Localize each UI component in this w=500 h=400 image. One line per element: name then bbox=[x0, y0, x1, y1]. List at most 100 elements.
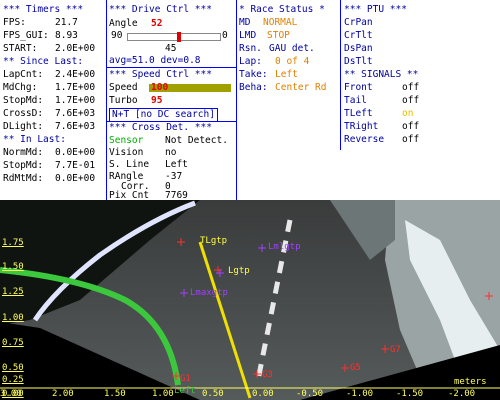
since-last-header: ** Since Last: bbox=[3, 56, 84, 67]
divider bbox=[106, 0, 107, 200]
fps-label: FPS: bbox=[3, 17, 26, 28]
ptu-crpan: CrPan bbox=[344, 17, 373, 28]
signal-front-label: Front bbox=[344, 82, 373, 93]
status-panel: *** Timers *** FPS: 21.7 FPS_GUI: 8.93 S… bbox=[0, 0, 500, 200]
ptu-dspan: DsPan bbox=[344, 43, 373, 54]
slider-thumb[interactable] bbox=[177, 32, 181, 42]
y-tick: 1.00 bbox=[2, 313, 24, 323]
rdmtmd-label: RdMtMd: bbox=[3, 173, 44, 184]
race-status-panel: * Race Status * MD NORMAL LMD STOP Rsn. … bbox=[239, 0, 339, 200]
sline-value: Left bbox=[165, 159, 188, 170]
lapcnt-label: LapCnt: bbox=[3, 69, 44, 80]
y-tick: 0.50 bbox=[2, 363, 24, 373]
slider-min-label: 90 bbox=[111, 30, 123, 41]
lmd-value: STOP bbox=[267, 30, 290, 41]
divider bbox=[340, 0, 341, 150]
drive-ctrl-header: *** Drive Ctrl *** bbox=[109, 4, 212, 15]
lgtp-label: Lgtp bbox=[228, 266, 250, 276]
y-tick: 1.50 bbox=[2, 262, 24, 272]
stopmd-label: StopMd: bbox=[3, 95, 44, 106]
x-tick: -0.50 bbox=[296, 389, 324, 399]
x-tick: 0.00 bbox=[252, 389, 274, 399]
signals-header: ** SIGNALS ** bbox=[344, 69, 419, 80]
signal-tail-label: Tail bbox=[344, 95, 367, 106]
camera-view: 1.75 1.50 1.25 1.00 0.75 0.50 0.25 0.00 … bbox=[0, 200, 500, 400]
signal-tail-value: off bbox=[402, 95, 420, 106]
signal-tleft-label: TLeft bbox=[344, 108, 373, 119]
signal-tleft-value: on bbox=[402, 108, 414, 119]
cross-det-header: *** Cross Det. *** bbox=[109, 122, 212, 133]
g7-label: G7 bbox=[390, 345, 401, 355]
angle-label: Angle bbox=[109, 18, 138, 29]
y-tick: 0.75 bbox=[2, 338, 24, 348]
start-value: 2.0E+00 bbox=[55, 43, 96, 54]
turbo-value: 95 bbox=[151, 95, 163, 106]
md-label: MD bbox=[239, 17, 251, 28]
beha-value: Center Rd bbox=[275, 82, 327, 93]
ptu-dstlt: DsTlt bbox=[344, 56, 373, 67]
start-label: START: bbox=[3, 43, 38, 54]
stopmd2-value: 7.7E-01 bbox=[55, 160, 96, 171]
x-tick: 0.50 bbox=[202, 389, 224, 399]
nt-search-box: N+T [no DC search] bbox=[109, 108, 218, 122]
ptu-crtlt: CrTlt bbox=[344, 30, 373, 41]
x-tick: -1.00 bbox=[346, 389, 374, 399]
vision-label: Vision bbox=[109, 147, 144, 158]
divider bbox=[106, 67, 236, 68]
sensor-value: Not Detect. bbox=[165, 135, 228, 146]
pixcnt-label: Pix Cnt bbox=[109, 190, 150, 201]
rsn-label: Rsn. bbox=[239, 43, 262, 54]
angle-value: 52 bbox=[151, 18, 163, 29]
dlight-label: DLight: bbox=[3, 121, 44, 132]
fpsgui-label: FPS_GUI: bbox=[3, 30, 49, 41]
lmlgtp-label: Lmlgtp bbox=[268, 242, 301, 252]
crossd-value: 7.6E+03 bbox=[55, 108, 96, 119]
take-label: Take: bbox=[239, 69, 268, 80]
turbo-label: Turbo bbox=[109, 95, 138, 106]
rdmtmd-value: 0.0E+00 bbox=[55, 173, 96, 184]
x-tick: -2.00 bbox=[448, 389, 476, 399]
divider bbox=[236, 0, 237, 200]
stopmd-value: 1.7E+00 bbox=[55, 95, 96, 106]
ptu-panel: *** PTU *** CrPan CrTlt DsPan DsTlt ** S… bbox=[344, 0, 500, 200]
vision-value: no bbox=[165, 147, 177, 158]
x-tick: -1.50 bbox=[396, 389, 424, 399]
y-tick: 1.75 bbox=[2, 238, 24, 248]
normmd-label: NormMd: bbox=[3, 147, 44, 158]
speed-ctrl-header: *** Speed Ctrl *** bbox=[109, 69, 212, 80]
speed-label: Speed bbox=[109, 82, 138, 93]
lap-value: 0 of 4 bbox=[275, 56, 310, 67]
lmaxgtp-label: Lmaxgtp bbox=[190, 288, 228, 298]
sensor-label: Sensor bbox=[109, 135, 144, 146]
left-lane-label: Left bbox=[174, 386, 196, 396]
g1-label: G1 bbox=[180, 374, 191, 384]
signal-reverse-value: off bbox=[402, 134, 420, 145]
md-value: NORMAL bbox=[263, 17, 298, 28]
x-tick: 1.00 bbox=[152, 389, 174, 399]
signal-tright-value: off bbox=[402, 121, 420, 132]
rsn-value: GAU det. bbox=[269, 43, 315, 54]
mdchg-value: 1.7E+00 bbox=[55, 82, 96, 93]
lapcnt-value: 2.4E+00 bbox=[55, 69, 96, 80]
lmd-label: LMD bbox=[239, 30, 257, 41]
signal-tright-label: TRight bbox=[344, 121, 379, 132]
angle-slider[interactable] bbox=[127, 32, 221, 42]
tlgtp-label: TLgtp bbox=[200, 236, 228, 246]
fps-value: 21.7 bbox=[55, 17, 78, 28]
ptu-header: *** PTU *** bbox=[344, 4, 407, 15]
y-tick: 1.25 bbox=[2, 287, 24, 297]
timers-panel: *** Timers *** FPS: 21.7 FPS_GUI: 8.93 S… bbox=[3, 0, 105, 200]
x-tick: 1.50 bbox=[104, 389, 126, 399]
mdchg-label: MdChg: bbox=[3, 82, 38, 93]
slider-max-label: 0 bbox=[222, 30, 228, 41]
x-tick: 3.00 bbox=[0, 389, 22, 399]
g5-label: G5 bbox=[350, 363, 361, 373]
angle-avg: avg=51.0 dev=0.8 bbox=[109, 55, 201, 66]
x-tick: 2.00 bbox=[52, 389, 74, 399]
signal-reverse-label: Reverse bbox=[344, 134, 385, 145]
lap-label: Lap: bbox=[239, 56, 262, 67]
take-value: Left bbox=[275, 69, 298, 80]
g3-label: G3 bbox=[262, 370, 273, 380]
stopmd2-label: StopMd: bbox=[3, 160, 44, 171]
dlight-value: 7.6E+03 bbox=[55, 121, 96, 132]
